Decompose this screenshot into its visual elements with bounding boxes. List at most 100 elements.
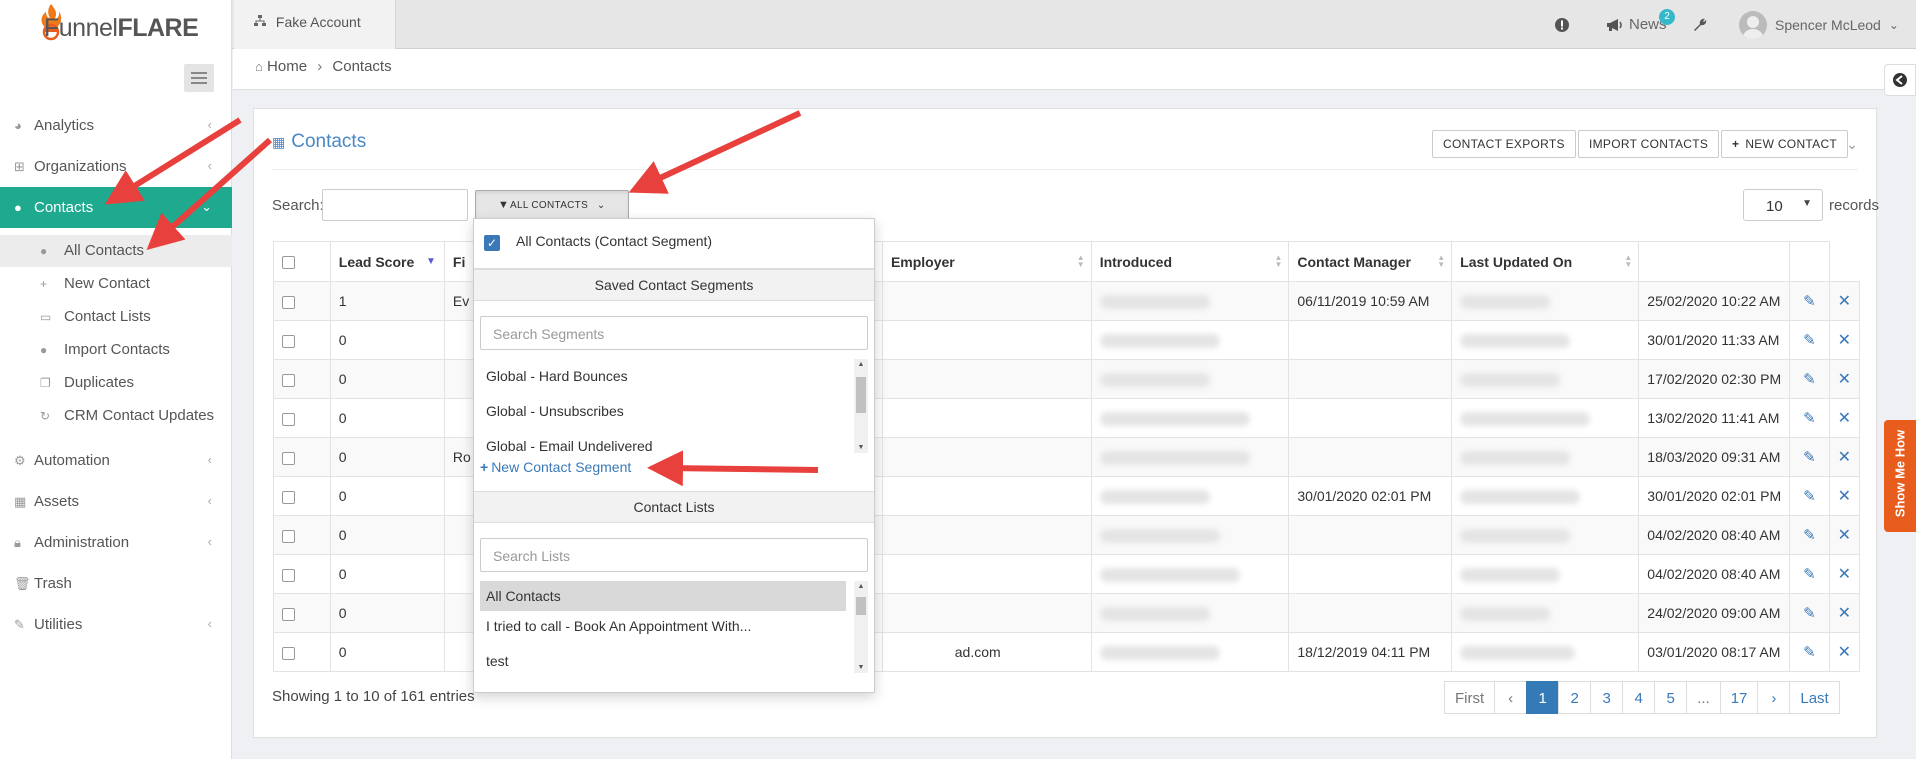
sidebar-item-utilities[interactable]: ✎ Utilities ‹	[0, 604, 232, 645]
search-lists-input[interactable]: Search Lists	[480, 538, 868, 572]
row-checkbox[interactable]	[282, 490, 295, 504]
close-icon[interactable]: ✕	[1838, 332, 1851, 349]
pencil-icon[interactable]: ✎	[1803, 605, 1816, 622]
email-cell[interactable]	[881, 593, 1092, 633]
sidebar-item-automation[interactable]: ⚙ Automation ‹	[0, 440, 232, 481]
sidebar-subitem-import-contacts[interactable]: ● Import Contacts	[0, 334, 232, 366]
column-header-last-updated[interactable]: Last Updated On ▲ ▼	[1451, 241, 1640, 282]
page-button-3[interactable]: 3	[1590, 681, 1624, 714]
row-checkbox[interactable]	[282, 334, 295, 348]
page-first-button[interactable]: First	[1444, 681, 1496, 714]
page-button-1[interactable]: 1	[1526, 681, 1560, 714]
page-prev-button[interactable]: ‹	[1494, 681, 1528, 714]
email-cell[interactable]	[881, 437, 1092, 477]
search-input[interactable]	[322, 189, 468, 221]
close-icon[interactable]: ✕	[1838, 293, 1851, 310]
close-icon[interactable]: ✕	[1838, 566, 1851, 583]
list-item[interactable]: Global - Hard Bounces	[480, 359, 868, 394]
close-icon[interactable]: ✕	[1838, 449, 1851, 466]
scrollbar-thumb[interactable]	[856, 597, 866, 615]
page-button-4[interactable]: 4	[1622, 681, 1656, 714]
sidebar-subitem-all-contacts[interactable]: ● All Contacts	[0, 235, 232, 267]
page-button-5[interactable]: 5	[1654, 681, 1688, 714]
sidebar-subitem-crm-contact-updates[interactable]: ↻ CRM Contact Updates	[0, 400, 232, 432]
scroll-up-icon[interactable]: ▲	[854, 583, 868, 590]
email-cell[interactable]	[881, 476, 1092, 516]
sidebar-toggle-button[interactable]	[184, 64, 214, 92]
segments-scrollbar[interactable]: ▲ ▼	[854, 359, 868, 453]
page-last-button[interactable]: Last	[1789, 681, 1840, 714]
column-header-contact-manager[interactable]: Contact Manager ▲ ▼	[1288, 241, 1453, 282]
pencil-icon[interactable]: ✎	[1803, 644, 1816, 661]
breadcrumb-home-link[interactable]: Home	[267, 58, 307, 75]
segment-filter-button[interactable]: ▼ ALL CONTACTS ⌄	[475, 190, 629, 220]
search-segments-input[interactable]: Search Segments	[480, 316, 868, 350]
row-checkbox[interactable]	[282, 568, 295, 582]
sidebar-item-trash[interactable]: 🗑︎ Trash	[0, 563, 232, 604]
row-checkbox[interactable]	[282, 529, 295, 543]
new-contact-button[interactable]: + NEW CONTACT	[1721, 130, 1849, 158]
page-button-17[interactable]: 17	[1719, 681, 1759, 714]
email-cell[interactable]	[881, 320, 1092, 360]
list-item[interactable]: I tried to call - Book An Appointment Wi…	[480, 611, 868, 641]
close-icon[interactable]: ✕	[1838, 410, 1851, 427]
page-button-2[interactable]: 2	[1558, 681, 1592, 714]
email-cell[interactable]	[881, 398, 1092, 438]
sidebar-item-assets[interactable]: ▦ Assets ‹	[0, 481, 232, 522]
list-item[interactable]: Global - Unsubscribes	[480, 394, 868, 429]
sidebar-subitem-new-contact[interactable]: + New Contact	[0, 268, 232, 300]
close-icon[interactable]: ✕	[1838, 488, 1851, 505]
account-switcher[interactable]: Fake Account	[234, 0, 396, 49]
row-checkbox[interactable]	[282, 607, 295, 621]
email-cell[interactable]	[881, 515, 1092, 555]
close-icon[interactable]: ✕	[1838, 527, 1851, 544]
close-icon[interactable]: ✕	[1838, 371, 1851, 388]
sidebar-subitem-contact-lists[interactable]: ▭ Contact Lists	[0, 301, 232, 333]
row-checkbox[interactable]	[282, 412, 295, 426]
list-item[interactable]: All Contacts	[480, 581, 846, 611]
pencil-icon[interactable]: ✎	[1803, 449, 1816, 466]
import-contacts-button[interactable]: IMPORT CONTACTS	[1578, 130, 1720, 158]
alert-button[interactable]	[1554, 0, 1570, 49]
scroll-down-icon[interactable]: ▼	[854, 664, 868, 671]
column-header-introduced[interactable]: Introduced ▲ ▼	[1090, 241, 1290, 282]
sidebar-item-contacts[interactable]: ● Contacts ⌄	[0, 187, 232, 228]
close-icon[interactable]: ✕	[1838, 644, 1851, 661]
page-next-button[interactable]: ›	[1757, 681, 1791, 714]
user-menu[interactable]: Spencer McLeod ⌄	[1739, 0, 1899, 49]
sidebar-item-administration[interactable]: 🔒︎ Administration ‹	[0, 522, 232, 563]
column-header-lead-score[interactable]: Lead Score ▼	[329, 241, 445, 282]
pencil-icon[interactable]: ✎	[1803, 293, 1816, 310]
scroll-down-icon[interactable]: ▼	[854, 444, 868, 451]
list-item[interactable]: test	[480, 641, 868, 673]
email-cell[interactable]	[881, 554, 1092, 594]
checkbox-checked-icon[interactable]: ✓	[484, 235, 500, 251]
sidebar-item-analytics[interactable]: ◕ Analytics ‹	[0, 105, 232, 146]
pencil-icon[interactable]: ✎	[1803, 527, 1816, 544]
sidebar-subitem-duplicates[interactable]: ❐ Duplicates	[0, 367, 232, 399]
row-checkbox[interactable]	[282, 295, 295, 309]
records-per-page-select[interactable]: 10 ▼	[1743, 189, 1823, 221]
pencil-icon[interactable]: ✎	[1803, 410, 1816, 427]
brand-logo[interactable]: FunnelFLARE	[0, 0, 232, 49]
email-cell[interactable]: ad.com	[881, 632, 1092, 672]
row-checkbox[interactable]	[282, 373, 295, 387]
row-checkbox[interactable]	[282, 451, 295, 465]
new-contact-segment-link[interactable]: + New Contact Segment	[480, 459, 631, 475]
close-icon[interactable]: ✕	[1838, 605, 1851, 622]
scrollbar-thumb[interactable]	[856, 377, 866, 413]
settings-button[interactable]	[1692, 0, 1708, 49]
email-cell[interactable]	[881, 281, 1092, 321]
list-item[interactable]: Global - Email Undelivered	[480, 429, 868, 453]
back-arrow-circle-icon[interactable]	[1884, 64, 1916, 96]
all-contacts-segment-option[interactable]: ✓ All Contacts (Contact Segment)	[474, 219, 874, 269]
email-cell[interactable]	[881, 359, 1092, 399]
lists-scrollbar[interactable]: ▲ ▼	[854, 581, 868, 673]
panel-collapse-chevron-icon[interactable]: ⌄	[1846, 136, 1858, 153]
row-checkbox[interactable]	[282, 646, 295, 660]
scroll-up-icon[interactable]: ▲	[854, 361, 868, 368]
pencil-icon[interactable]: ✎	[1803, 488, 1816, 505]
pencil-icon[interactable]: ✎	[1803, 566, 1816, 583]
show-me-how-tab[interactable]: Show Me How	[1884, 420, 1916, 532]
sidebar-item-organizations[interactable]: ⊞ Organizations ‹	[0, 146, 232, 187]
